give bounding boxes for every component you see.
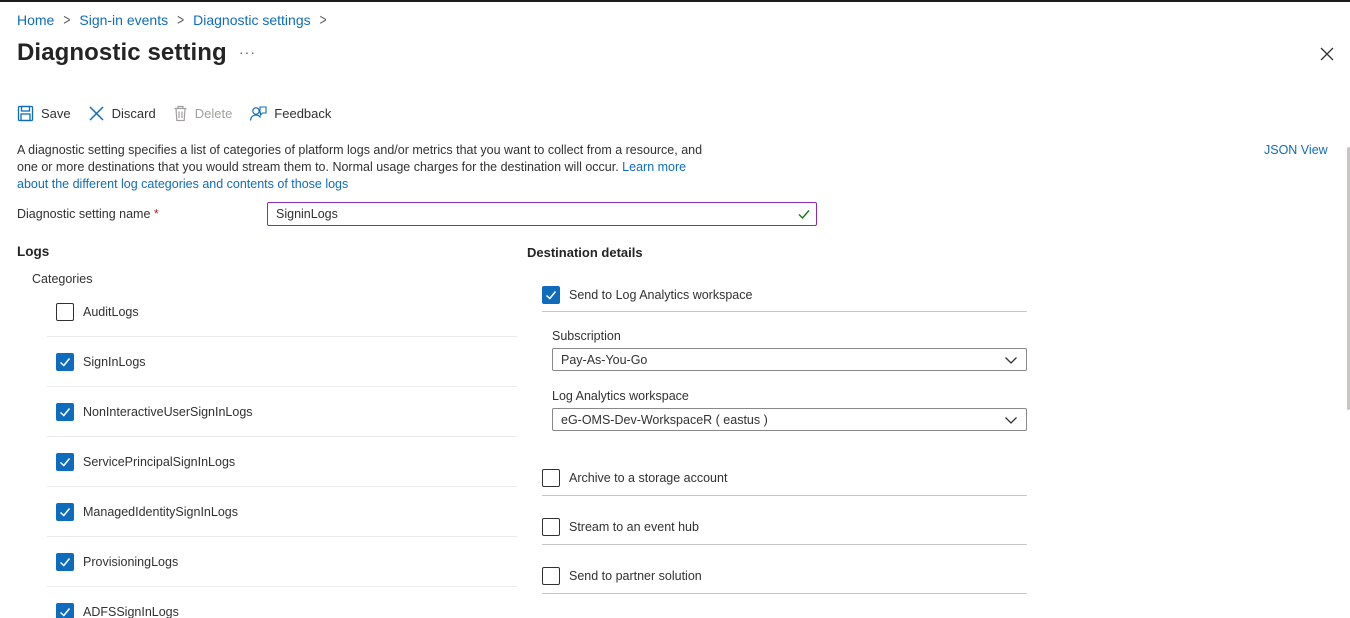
save-label: Save xyxy=(41,105,71,121)
save-icon xyxy=(17,105,34,121)
close-button[interactable] xyxy=(1317,44,1337,64)
destination-heading: Destination details xyxy=(527,245,643,260)
category-row[interactable]: AuditLogs xyxy=(47,287,517,337)
log-analytics-checkbox[interactable] xyxy=(542,285,560,304)
category-row[interactable]: ServicePrincipalSignInLogs xyxy=(47,437,517,487)
category-label: ManagedIdentitySignInLogs xyxy=(83,504,238,519)
event-hub-label: Stream to an event hub xyxy=(569,519,699,534)
trash-icon xyxy=(174,105,187,121)
command-bar: Save Discard Delete Feedback xyxy=(17,100,348,126)
category-label: ADFSSignInLogs xyxy=(83,604,179,618)
discard-button[interactable]: Discard xyxy=(88,105,156,122)
workspace-label: Log Analytics workspace xyxy=(552,389,689,403)
checkmark-icon xyxy=(59,507,71,517)
save-button[interactable]: Save xyxy=(17,105,71,122)
breadcrumb-home[interactable]: Home xyxy=(17,12,54,28)
chevron-right-icon: > xyxy=(319,10,327,30)
breadcrumb-diagnostic-settings[interactable]: Diagnostic settings xyxy=(193,12,311,28)
chevron-down-icon xyxy=(1005,356,1017,364)
partner-checkbox[interactable] xyxy=(542,566,560,585)
category-label: ProvisioningLogs xyxy=(83,554,179,569)
partner-label: Send to partner solution xyxy=(569,568,702,583)
category-row[interactable]: NonInteractiveUserSignInLogs xyxy=(47,387,517,437)
setting-name-field xyxy=(267,202,817,226)
category-checkbox[interactable] xyxy=(56,452,74,471)
log-analytics-label: Send to Log Analytics workspace xyxy=(569,287,753,302)
category-label: SignInLogs xyxy=(83,354,146,369)
setting-name-label: Diagnostic setting name * xyxy=(17,207,159,221)
archive-checkbox[interactable] xyxy=(542,468,560,487)
logs-heading: Logs xyxy=(17,244,50,259)
category-row[interactable]: SignInLogs xyxy=(47,337,517,387)
chevron-down-icon xyxy=(1005,416,1017,424)
chevron-right-icon: > xyxy=(177,10,185,30)
chevron-right-icon: > xyxy=(63,10,71,30)
category-checkbox[interactable] xyxy=(56,402,74,421)
category-checkbox[interactable] xyxy=(56,602,74,618)
description: A diagnostic setting specifies a list of… xyxy=(17,142,717,193)
subscription-value: Pay-As-You-Go xyxy=(561,352,648,367)
workspace-select[interactable]: eG-OMS-Dev-WorkspaceR ( eastus ) xyxy=(552,408,1027,431)
checkmark-icon xyxy=(798,210,810,220)
discard-icon xyxy=(89,105,104,121)
categories-heading: Categories xyxy=(32,272,93,286)
category-checkbox[interactable] xyxy=(56,302,74,321)
partner-option[interactable]: Send to partner solution xyxy=(542,558,1027,594)
archive-label: Archive to a storage account xyxy=(569,470,728,485)
feedback-label: Feedback xyxy=(274,105,332,121)
discard-label: Discard xyxy=(111,105,156,121)
workspace-value: eG-OMS-Dev-WorkspaceR ( eastus ) xyxy=(561,412,768,427)
category-label: AuditLogs xyxy=(83,304,139,319)
archive-option[interactable]: Archive to a storage account xyxy=(542,460,1027,496)
close-icon xyxy=(1320,47,1334,61)
required-marker: * xyxy=(153,207,159,221)
description-text: A diagnostic setting specifies a list of… xyxy=(17,143,703,174)
checkmark-icon xyxy=(545,290,557,300)
category-row[interactable]: ProvisioningLogs xyxy=(47,537,517,587)
checkmark-icon xyxy=(59,457,71,467)
page-title: Diagnostic setting xyxy=(17,39,227,66)
category-label: NonInteractiveUserSignInLogs xyxy=(83,404,253,419)
category-row[interactable]: ManagedIdentitySignInLogs xyxy=(47,487,517,537)
delete-label: Delete xyxy=(194,105,233,121)
feedback-icon xyxy=(250,105,267,121)
category-row[interactable]: ADFSSignInLogs xyxy=(47,587,517,618)
category-label: ServicePrincipalSignInLogs xyxy=(83,454,236,469)
checkmark-icon xyxy=(59,407,71,417)
json-view-link[interactable]: JSON View xyxy=(1264,143,1328,157)
feedback-button[interactable]: Feedback xyxy=(249,105,331,122)
log-analytics-option[interactable]: Send to Log Analytics workspace xyxy=(542,278,1027,312)
breadcrumb-sign-in-events[interactable]: Sign-in events xyxy=(79,12,168,28)
event-hub-option[interactable]: Stream to an event hub xyxy=(542,509,1027,545)
setting-name-input[interactable] xyxy=(268,203,816,225)
subscription-label: Subscription xyxy=(552,329,621,343)
categories-list: AuditLogs SignInLogs NonInteractiveUserSig… xyxy=(47,287,517,618)
delete-button[interactable]: Delete xyxy=(173,105,233,122)
checkmark-icon xyxy=(59,357,71,367)
more-options-icon[interactable]: ··· xyxy=(239,44,256,60)
category-checkbox[interactable] xyxy=(56,552,74,571)
event-hub-checkbox[interactable] xyxy=(542,517,560,536)
top-border xyxy=(0,0,1350,2)
category-checkbox[interactable] xyxy=(56,502,74,521)
checkmark-icon xyxy=(59,607,71,617)
breadcrumb: Home > Sign-in events > Diagnostic setti… xyxy=(17,10,336,30)
subscription-select[interactable]: Pay-As-You-Go xyxy=(552,348,1027,371)
category-checkbox[interactable] xyxy=(56,352,74,371)
checkmark-icon xyxy=(59,557,71,567)
